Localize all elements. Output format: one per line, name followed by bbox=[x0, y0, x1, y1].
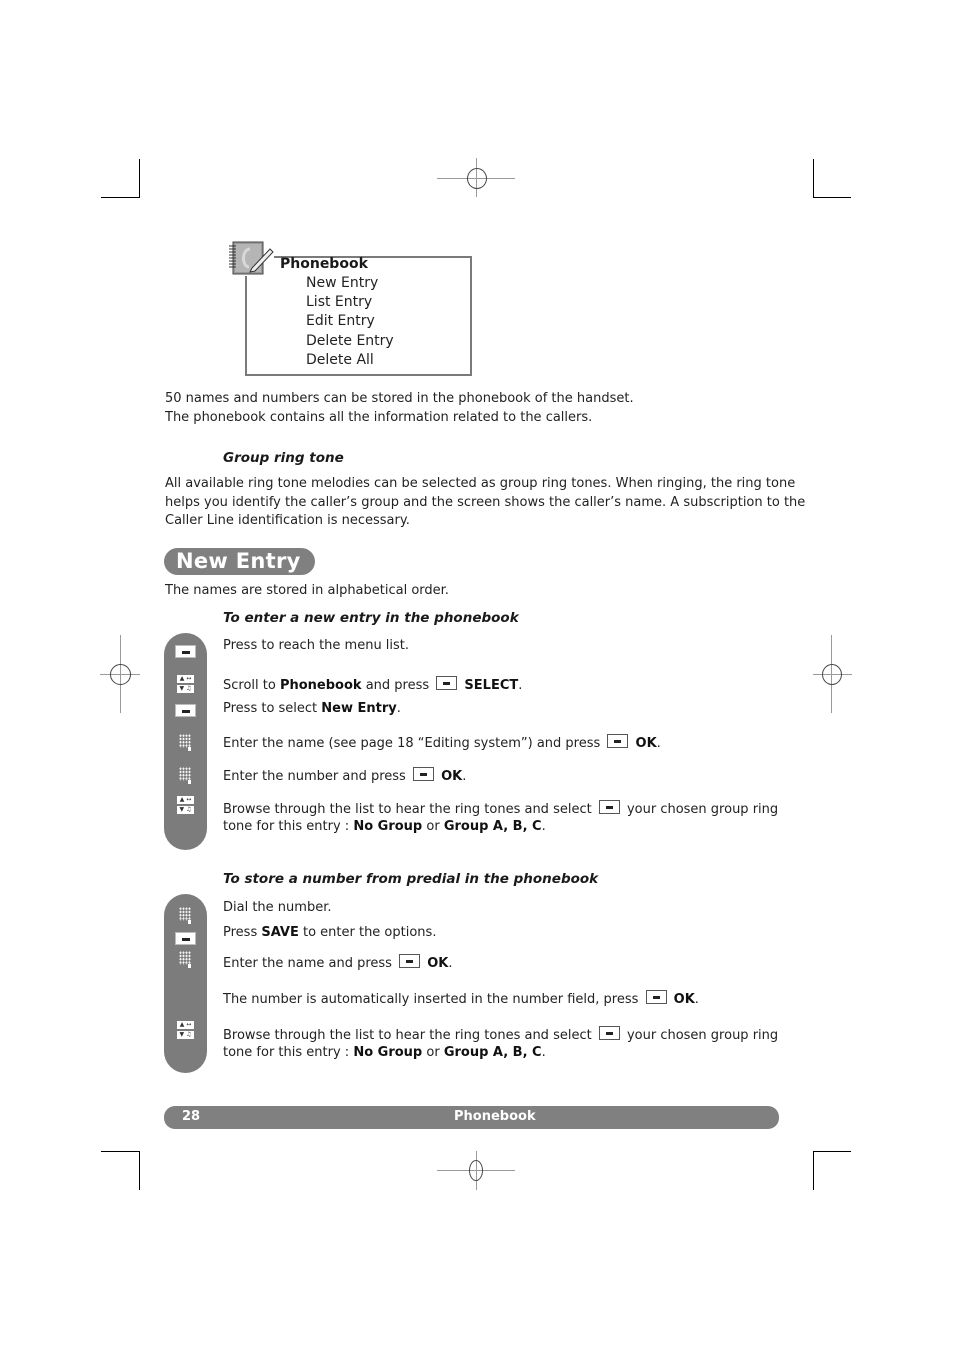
softkey-icon bbox=[598, 800, 620, 814]
softkey-icon bbox=[399, 954, 421, 968]
softkey-icon bbox=[607, 734, 629, 748]
navigation-keys-icon: ▲ ↔ ▼ ♫ bbox=[177, 675, 194, 693]
procedure-2-step-1: Dial the number. bbox=[223, 900, 332, 915]
new-entry-intro: The names are stored in alphabetical ord… bbox=[165, 583, 449, 598]
navigation-keys-icon: ▲ ↔ ▼ ♫ bbox=[177, 1021, 194, 1039]
menu-key-icon bbox=[175, 645, 196, 658]
footer-section-title: Phonebook bbox=[454, 1109, 536, 1124]
keypad-icon bbox=[179, 951, 192, 968]
page-number: 28 bbox=[182, 1109, 201, 1124]
procedure-1-icon-column: ▲ ↔ ▼ ♫ ▲ ↔ ▼ ♫ bbox=[164, 633, 207, 850]
intro-line-1: 50 names and numbers can be stored in th… bbox=[165, 391, 634, 406]
softkey-icon bbox=[645, 990, 667, 1004]
menu-item-edit-entry: Edit Entry bbox=[306, 313, 375, 329]
procedure-1-step-3: Press to select New Entry. bbox=[223, 701, 401, 716]
procedure-2-step-3: Enter the name and press OK. bbox=[223, 954, 453, 971]
page-footer: 28 Phonebook bbox=[164, 1106, 779, 1129]
procedure-1-step-1: Press to reach the menu list. bbox=[223, 638, 410, 653]
procedure-2-icon-column: ▲ ↔ ▼ ♫ bbox=[164, 894, 207, 1073]
group-ring-tone-line-1: All available ring tone melodies can be … bbox=[165, 476, 796, 491]
navigation-keys-icon: ▲ ↔ ▼ ♫ bbox=[177, 796, 194, 814]
menu-title: Phonebook bbox=[280, 256, 368, 272]
procedure-1-step-5: Enter the number and press OK. bbox=[223, 767, 467, 784]
keypad-icon bbox=[179, 767, 192, 784]
procedure-1-step-4: Enter the name (see page 18 “Editing sys… bbox=[223, 734, 661, 751]
procedure-2-step-5-line-2: tone for this entry : No Group or Group … bbox=[223, 1045, 546, 1060]
intro-line-2: The phonebook contains all the informati… bbox=[165, 410, 593, 425]
procedure-2-step-4: The number is automatically inserted in … bbox=[223, 990, 699, 1007]
procedure-1-step-6-line-2: tone for this entry : No Group or Group … bbox=[223, 819, 546, 834]
procedure-1-step-6: Browse through the list to hear the ring… bbox=[223, 800, 779, 817]
menu-item-delete-entry: Delete Entry bbox=[306, 333, 394, 349]
softkey-icon bbox=[598, 1026, 620, 1040]
phonebook-notepad-icon bbox=[228, 240, 274, 276]
procedure-2-step-5: Browse through the list to hear the ring… bbox=[223, 1026, 779, 1043]
procedure-1-heading: To enter a new entry in the phonebook bbox=[223, 610, 519, 626]
group-ring-tone-heading: Group ring tone bbox=[223, 450, 344, 466]
group-ring-tone-line-2: helps you identify the caller’s group an… bbox=[165, 495, 806, 510]
group-ring-tone-line-3: Caller Line identification is necessary. bbox=[165, 513, 410, 528]
menu-key-icon bbox=[175, 932, 196, 945]
keypad-icon bbox=[179, 734, 192, 751]
section-title-new-entry: New Entry bbox=[164, 548, 315, 575]
menu-item-new-entry: New Entry bbox=[306, 275, 379, 291]
softkey-icon bbox=[436, 676, 458, 690]
procedure-2-step-2: Press SAVE to enter the options. bbox=[223, 925, 437, 940]
menu-item-delete-all: Delete All bbox=[306, 352, 374, 368]
softkey-icon bbox=[412, 767, 434, 781]
keypad-icon bbox=[179, 907, 192, 924]
menu-key-icon bbox=[175, 704, 196, 717]
procedure-2-heading: To store a number from predial in the ph… bbox=[223, 871, 599, 887]
procedure-1-step-2: Scroll to Phonebook and press SELECT. bbox=[223, 676, 523, 693]
menu-item-list-entry: List Entry bbox=[306, 294, 373, 310]
